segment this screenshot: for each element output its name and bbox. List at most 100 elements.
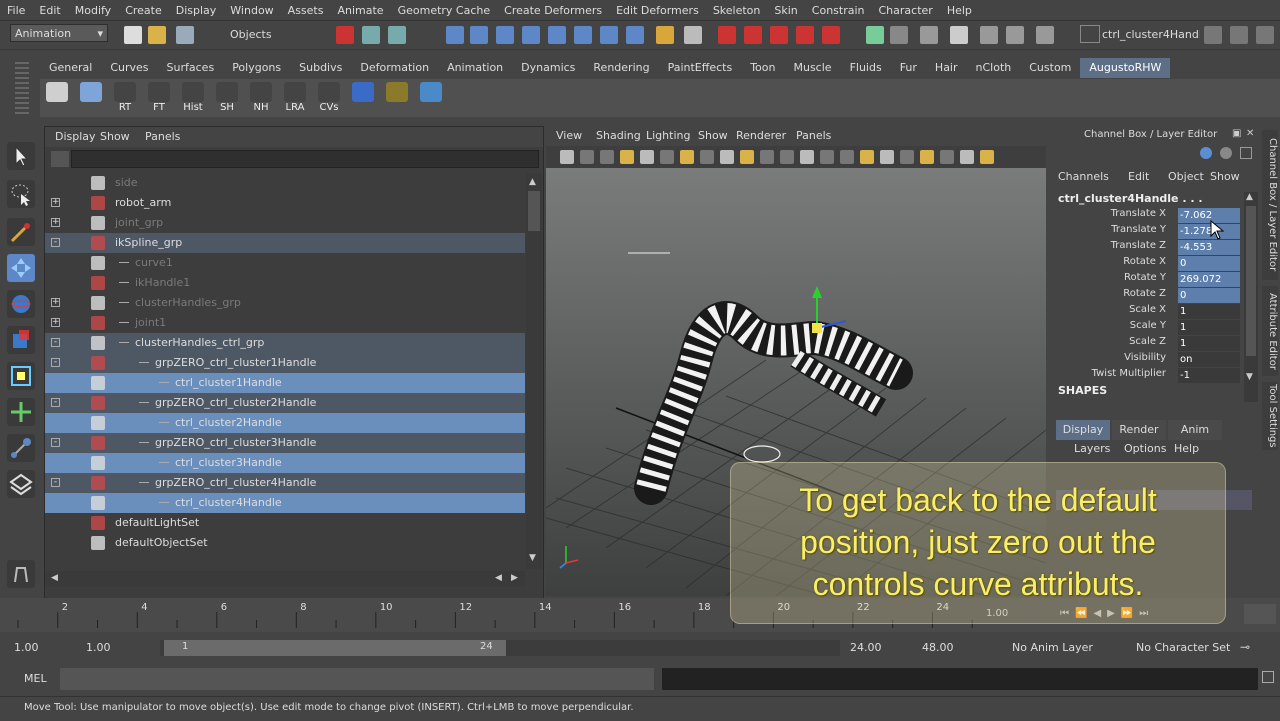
outliner-item[interactable]: defaultObjectSet xyxy=(45,533,525,553)
shelf-tab-muscle[interactable]: Muscle xyxy=(784,58,840,78)
graph-editor-icon[interactable] xyxy=(890,26,908,44)
viewport-tool-icon[interactable] xyxy=(740,150,754,164)
snap-surface-icon[interactable] xyxy=(548,26,566,44)
menu-create[interactable]: Create xyxy=(118,4,169,17)
menu-file[interactable]: File xyxy=(0,4,32,17)
sidebar-mode-icon[interactable] xyxy=(1036,26,1054,44)
scroll-down-icon[interactable]: ▼ xyxy=(1246,372,1253,382)
outliner-search-input[interactable] xyxy=(71,150,539,168)
shelf-tab-polygons[interactable]: Polygons xyxy=(223,58,290,78)
menu-edit-deformers[interactable]: Edit Deformers xyxy=(609,4,706,17)
outliner-item[interactable]: defaultLightSet xyxy=(45,513,525,533)
viewport-tool-icon[interactable] xyxy=(980,150,994,164)
shelf-tab-deformation[interactable]: Deformation xyxy=(351,58,438,78)
last-tool-icon[interactable] xyxy=(7,470,35,498)
shelf-tab-general[interactable]: General xyxy=(40,58,101,78)
attribute-value-field[interactable]: 1 xyxy=(1178,304,1240,319)
animation-start-field[interactable]: 1.00 xyxy=(14,639,54,657)
current-frame-field[interactable] xyxy=(1244,604,1276,624)
scroll-right-icon[interactable]: ▶ xyxy=(511,573,518,583)
outliner-item[interactable]: + clusterHandles_grp xyxy=(45,293,525,313)
outliner-item[interactable]: curve1 xyxy=(45,253,525,273)
viewport-tool-icon[interactable] xyxy=(960,150,974,164)
attribute-value-field[interactable]: 0 xyxy=(1178,288,1240,303)
expand-icon[interactable]: + xyxy=(51,318,60,327)
layer-tab-display[interactable]: Display xyxy=(1056,420,1110,440)
scale-tool-icon[interactable] xyxy=(7,326,35,354)
tab-channel-box[interactable]: Channel Box / Layer Editor xyxy=(1262,130,1278,280)
range-slider-track[interactable]: 1 24 xyxy=(160,640,840,656)
render-view-icon[interactable] xyxy=(822,26,840,44)
shelf-button-nh[interactable]: NH xyxy=(246,82,276,114)
attribute-row[interactable]: Visibility on xyxy=(1058,352,1244,368)
playback-start-field[interactable]: 1.00 xyxy=(86,639,126,657)
attribute-value-field[interactable]: on xyxy=(1178,352,1240,367)
shelf-tab-surfaces[interactable]: Surfaces xyxy=(158,58,224,78)
save-scene-icon[interactable] xyxy=(176,26,194,44)
attribute-editor-icon[interactable] xyxy=(1204,26,1222,44)
attribute-row[interactable]: Translate Z -4.553 xyxy=(1058,240,1244,256)
shelf-tab-fur[interactable]: Fur xyxy=(891,58,926,78)
attribute-value-field[interactable]: 1 xyxy=(1178,336,1240,351)
keyed-icon[interactable] xyxy=(1200,147,1212,159)
viewport-tool-icon[interactable] xyxy=(600,150,614,164)
pin-icon[interactable] xyxy=(1240,147,1252,159)
shelf-button-hist[interactable]: Hist xyxy=(178,82,208,114)
help-icon[interactable] xyxy=(626,26,644,44)
menu-help[interactable]: Help xyxy=(940,4,979,17)
mel-label[interactable]: MEL xyxy=(24,672,47,685)
new-scene-icon[interactable] xyxy=(124,26,142,44)
menu-set-dropdown[interactable]: Animation ▾ xyxy=(10,24,108,42)
collapse-icon[interactable]: - xyxy=(51,398,60,407)
shelf-button-icon-9[interactable] xyxy=(348,82,378,114)
snap-curve-icon[interactable] xyxy=(470,26,488,44)
shelf-tab-animation[interactable]: Animation xyxy=(438,58,512,78)
viewport-tool-icon[interactable] xyxy=(840,150,854,164)
menu-assets[interactable]: Assets xyxy=(281,4,331,17)
shelf-button-rt[interactable]: RT xyxy=(110,82,140,114)
collapse-icon[interactable]: - xyxy=(51,338,60,347)
viewport-tool-icon[interactable] xyxy=(900,150,914,164)
history-icon[interactable] xyxy=(600,26,618,44)
channel-menu-object[interactable]: Object xyxy=(1168,170,1204,183)
channel-menu-show[interactable]: Show xyxy=(1210,170,1240,183)
viewport-tool-icon[interactable] xyxy=(760,150,774,164)
outliner-item[interactable]: - ikSpline_grp xyxy=(45,233,525,253)
shelf-tab-toon[interactable]: Toon xyxy=(741,58,784,78)
tab-tool-settings[interactable]: Tool Settings xyxy=(1262,382,1278,450)
scroll-left-icon[interactable]: ◀ xyxy=(51,573,58,583)
scroll-left-icon-2[interactable]: ◀ xyxy=(495,573,502,583)
viewport-tool-icon[interactable] xyxy=(640,150,654,164)
viewport-tool-icon[interactable] xyxy=(580,150,594,164)
shelf-button-sh[interactable]: SH xyxy=(212,82,242,114)
universal-manipulator-icon[interactable] xyxy=(7,362,35,390)
shelf-button-icon-0[interactable] xyxy=(42,82,72,114)
select-component-icon[interactable] xyxy=(388,26,406,44)
shelf-tab-fluids[interactable]: Fluids xyxy=(841,58,891,78)
rename-icon[interactable] xyxy=(950,26,968,44)
channel-menu-channels[interactable]: Channels xyxy=(1058,170,1109,183)
outliner-vscrollbar[interactable]: ▲ ▼ xyxy=(526,173,542,569)
attribute-value-field[interactable]: -7.062 xyxy=(1178,208,1240,223)
layer-tab-anim[interactable]: Anim xyxy=(1168,420,1222,440)
menu-display[interactable]: Display xyxy=(169,4,224,17)
shelf-tab-augustorhw[interactable]: AugustoRHW xyxy=(1080,58,1171,78)
viewport-tool-icon[interactable] xyxy=(880,150,894,164)
attribute-row[interactable]: Rotate X 0 xyxy=(1058,256,1244,272)
name-field[interactable]: ctrl_cluster4Handle xyxy=(1102,24,1200,46)
select-hierarchy-icon[interactable] xyxy=(336,26,354,44)
layer-menu-help[interactable]: Help xyxy=(1174,442,1199,455)
scroll-thumb[interactable] xyxy=(1246,206,1256,356)
rename-options-icon[interactable] xyxy=(1006,26,1024,44)
menu-animate[interactable]: Animate xyxy=(330,4,390,17)
select-object-icon[interactable] xyxy=(362,26,380,44)
scroll-up-icon[interactable]: ▲ xyxy=(1246,192,1253,202)
outliner-item[interactable]: ctrl_cluster4Handle xyxy=(45,493,525,513)
viewport-tool-icon[interactable] xyxy=(620,150,634,164)
attribute-row[interactable]: Scale Y 1 xyxy=(1058,320,1244,336)
lasso-tool-icon[interactable] xyxy=(7,180,35,208)
shelf-handle[interactable] xyxy=(8,58,36,120)
attribute-row[interactable]: Twist Multiplier -1 xyxy=(1058,368,1244,384)
paint-select-icon[interactable] xyxy=(7,218,35,246)
selection-mode-label[interactable]: Objects xyxy=(230,28,272,41)
